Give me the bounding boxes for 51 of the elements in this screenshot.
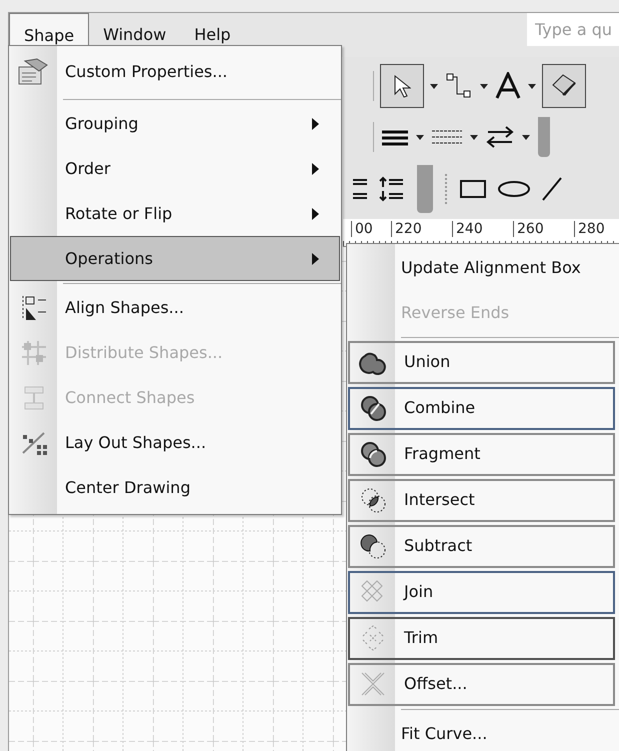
text-tool-icon[interactable] (494, 72, 522, 100)
rectangle-tool-icon[interactable] (460, 179, 486, 199)
menu-item[interactable]: Join (348, 570, 615, 614)
line-tool-icon[interactable] (542, 177, 562, 201)
menu-item[interactable]: Subtract (348, 524, 615, 568)
menu-item[interactable]: Trim (348, 616, 615, 660)
menu-item[interactable]: Offset... (348, 662, 615, 706)
caret-icon[interactable] (430, 84, 438, 88)
menu-item[interactable]: Rotate or Flip (10, 191, 340, 236)
ruler-label: 240 (452, 221, 513, 237)
spacing-icon[interactable] (379, 176, 405, 202)
toolbar-handle[interactable] (417, 165, 433, 213)
menu-item[interactable]: Intersect (348, 478, 615, 522)
menu-item[interactable]: Center Drawing (10, 465, 340, 510)
submenu-arrow-icon (312, 252, 319, 264)
align-icon (20, 294, 48, 322)
submenu-arrow-icon (312, 162, 319, 174)
pointer-tool-button[interactable] (380, 64, 424, 108)
subtract-icon (359, 532, 387, 560)
caret-icon[interactable] (528, 84, 536, 88)
search-field[interactable]: Type a qu (527, 13, 619, 46)
menu-item[interactable]: Fit Curve... (347, 711, 619, 751)
menu-item[interactable]: Union (348, 340, 615, 384)
ruler-label: 280 (574, 221, 619, 237)
menu-item[interactable]: Grouping (10, 101, 340, 146)
caret-icon[interactable] (480, 84, 488, 88)
submenu-arrow-icon (312, 208, 319, 220)
caret-icon[interactable] (522, 134, 530, 140)
fragment-icon (359, 440, 387, 468)
ruler-label: 260 (513, 221, 574, 237)
toolbar-handle[interactable] (538, 117, 550, 157)
pointer-icon (393, 74, 411, 98)
caret-icon[interactable] (416, 134, 424, 140)
caret-icon[interactable] (470, 134, 478, 140)
ruler-label: 00 (351, 221, 391, 237)
menu-item[interactable]: Fragment (348, 432, 615, 476)
menu-item[interactable]: Order (10, 146, 340, 191)
submenu-arrow-icon (312, 118, 319, 130)
shape-tool-button[interactable] (542, 64, 586, 108)
intersect-icon (359, 486, 387, 514)
menu-item[interactable]: Align Shapes... (10, 285, 340, 330)
menu-item[interactable]: Operations (10, 236, 340, 281)
distribute-icon (20, 338, 48, 366)
menu-item[interactable]: Update Alignment Box (347, 245, 619, 290)
ellipse-tool-icon[interactable] (498, 179, 530, 199)
ruler-label: 220 (391, 221, 452, 237)
menu-item[interactable]: Lay Out Shapes... (10, 420, 340, 465)
menu-item[interactable]: Combine (348, 386, 615, 430)
line-ends-icon[interactable] (486, 125, 514, 149)
combine-icon (359, 394, 387, 422)
offset-icon (359, 670, 387, 698)
